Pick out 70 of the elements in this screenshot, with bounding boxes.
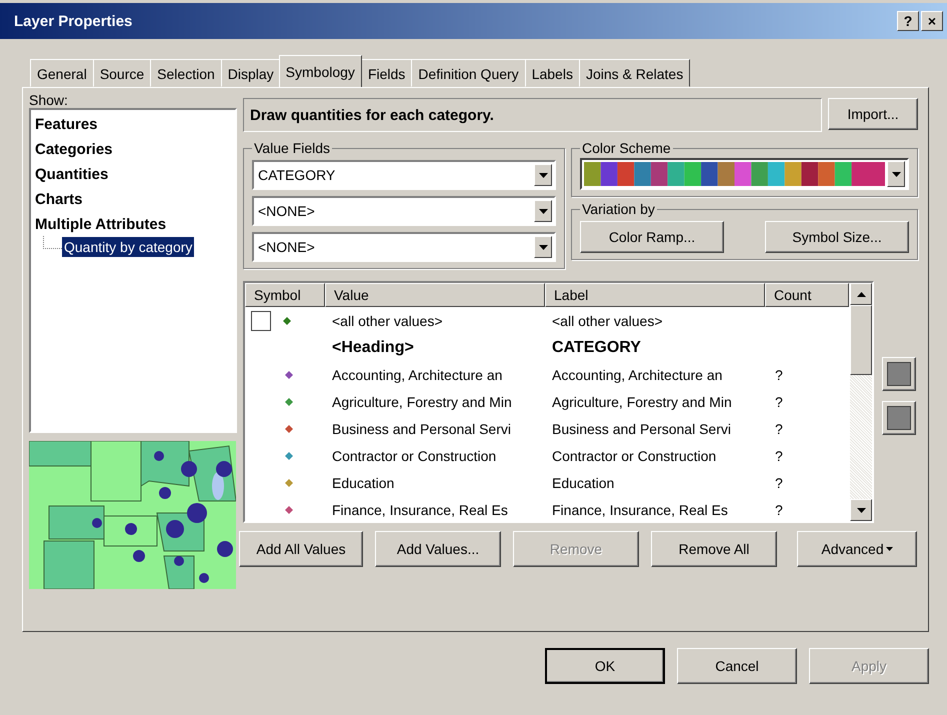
column-header[interactable]: Symbol [245, 283, 325, 307]
help-button[interactable]: ? [897, 11, 919, 31]
table-cell-text: ? [774, 420, 784, 436]
scroll-down-button[interactable] [850, 499, 872, 521]
table-cell-text: CATEGORY [551, 338, 642, 356]
table-cell-text: Contractor or Construction [551, 448, 718, 464]
show-list-item[interactable]: Quantity by category [62, 237, 194, 257]
table-action-button[interactable]: Add All Values [239, 531, 363, 567]
tab[interactable]: Display [220, 59, 281, 87]
table-cell-text: ? [774, 366, 784, 382]
advanced-button[interactable]: Advanced [797, 531, 917, 567]
show-list-item[interactable]: Quantities [35, 162, 108, 187]
table-action-button[interactable]: Remove All [651, 531, 777, 567]
show-list-item[interactable]: Features [35, 112, 98, 137]
move-down-button[interactable] [882, 401, 916, 435]
table-cell-text: Agriculture, Forestry and Min [551, 394, 733, 410]
group-title: Color Scheme [581, 140, 672, 156]
variation-button[interactable]: Color Ramp... [580, 221, 724, 253]
value-field-dropdown[interactable]: <NONE> [252, 196, 556, 226]
dialog-button[interactable]: OK [545, 648, 665, 684]
tab[interactable]: Labels [524, 59, 580, 87]
show-list-item[interactable]: Multiple Attributes [35, 212, 166, 237]
close-button[interactable]: × [921, 11, 943, 31]
tab[interactable]: General [30, 59, 94, 87]
table-cell-text: Finance, Insurance, Real Es [331, 502, 509, 518]
color-scheme-dropdown[interactable] [580, 158, 909, 190]
table-cell-text: ? [774, 474, 784, 490]
window-title: Layer Properties [14, 12, 132, 30]
table-cell-text: <Heading> [331, 338, 415, 356]
table-action-button[interactable]: Add Values... [375, 531, 501, 567]
table-cell-text: Business and Personal Servi [551, 420, 732, 436]
table-cell-text: ? [774, 394, 784, 410]
table-cell-text: Contractor or Construction [331, 448, 498, 464]
tab[interactable]: Source [92, 59, 152, 87]
down-arrow-icon [856, 508, 866, 512]
variation-button[interactable]: Symbol Size... [765, 221, 909, 253]
show-list-item[interactable]: Charts [35, 187, 83, 212]
tab[interactable]: Symbology [278, 55, 362, 87]
value-field-dropdown[interactable]: CATEGORY [252, 160, 556, 190]
description-text: Draw quantities for each category. [250, 106, 494, 124]
table-cell-text: <all other values> [551, 312, 664, 328]
table-cell-text: ? [774, 502, 784, 518]
show-list-item[interactable]: Categories [35, 137, 113, 162]
table-cell-text: Agriculture, Forestry and Min [331, 394, 513, 410]
tab[interactable]: Joins & Relates [578, 59, 690, 87]
table-cell-text: Finance, Insurance, Real Es [551, 502, 729, 518]
dialog-button[interactable]: Cancel [677, 648, 797, 684]
column-header[interactable]: Label [545, 283, 765, 307]
move-up-button[interactable] [882, 357, 916, 391]
table-cell-text: <all other values> [331, 312, 444, 328]
table-cell-text: Business and Personal Servi [331, 420, 512, 436]
group-title: Variation by [581, 201, 656, 217]
value-field-dropdown[interactable]: <NONE> [252, 232, 556, 262]
table-cell-text: Education [331, 474, 396, 490]
table-cell-text: ? [774, 448, 784, 464]
tab[interactable]: Selection [150, 59, 222, 87]
caret-icon [886, 547, 893, 551]
table-cell-text: Education [551, 474, 616, 490]
up-arrow-icon [856, 292, 866, 296]
show-label: Show: [29, 92, 69, 108]
table-cell-text: Accounting, Architecture an [551, 366, 724, 382]
tab[interactable]: Definition Query [411, 59, 526, 87]
scroll-up-button[interactable] [850, 283, 872, 305]
group-title: Value Fields [253, 140, 332, 156]
import-button[interactable]: Import... [828, 98, 918, 130]
column-header[interactable]: Count [765, 283, 849, 307]
table-cell-text: Accounting, Architecture an [331, 366, 504, 382]
column-header[interactable]: Value [325, 283, 545, 307]
scrollbar[interactable] [850, 283, 872, 521]
checkbox[interactable] [251, 310, 271, 330]
